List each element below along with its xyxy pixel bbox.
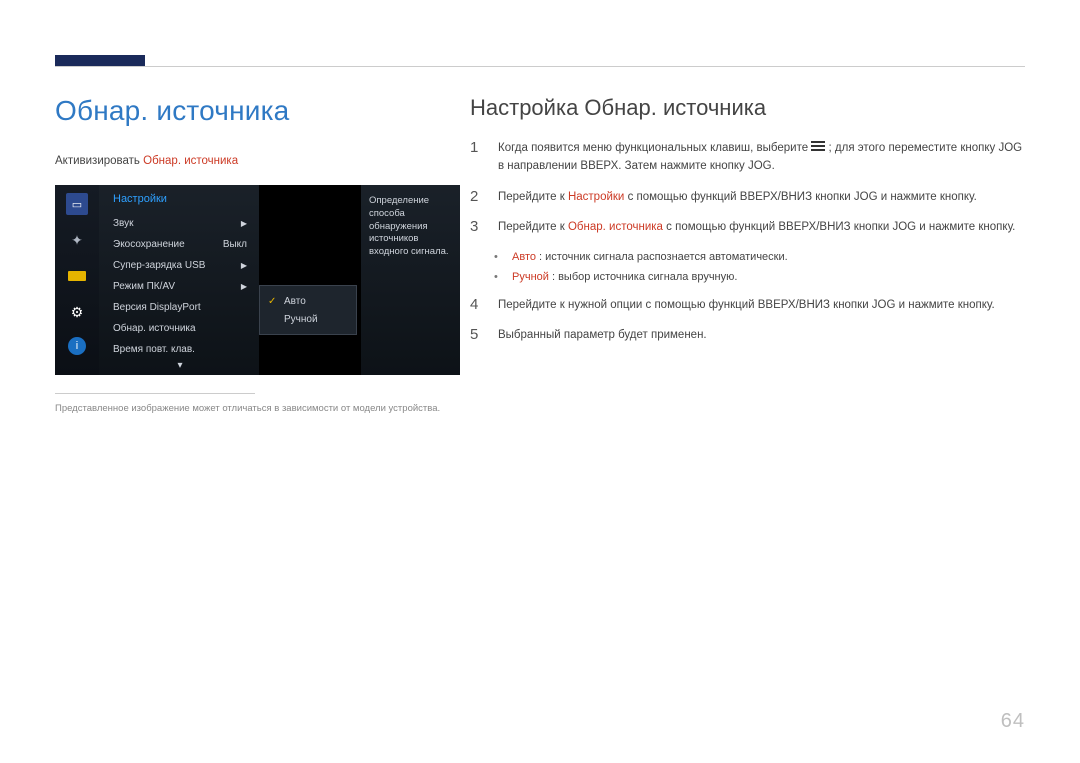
display-icon[interactable]: ▭ [66,193,88,215]
osd-row[interactable]: Время повт. клав. [113,339,247,360]
osd-popup-option[interactable]: Ручной [268,310,348,328]
step-text: Перейдите к [498,191,568,203]
check-icon: ✓ [268,296,278,307]
osd-popup: ✓ Авто Ручной [259,285,357,335]
osd-description: Определение способа обнаружения источник… [361,185,460,375]
step: 5 Выбранный параметр будет применен. [470,326,1025,344]
page: Обнар. источника Активизировать Обнар. и… [0,0,1080,763]
osd-row[interactable]: Экосохранение Выкл [113,234,247,255]
color-icon[interactable] [66,265,88,287]
footnote: Представленное изображение может отличат… [55,402,450,416]
osd-row[interactable]: Супер-зарядка USB ▶ [113,255,247,276]
step-nav-target: Обнар. источника [568,221,663,233]
option-bullet: • Авто : источник сигнала распознается а… [494,249,1025,266]
topic-title: Обнар. источника [55,95,460,127]
footnote-rule [55,393,255,394]
osd-row-label: Экосохранение [113,239,185,250]
step-number: 2 [470,188,484,206]
osd-row-label: Звук [113,218,134,229]
step-body: Выбранный параметр будет применен. [498,326,1025,344]
left-column: Обнар. источника Активизировать Обнар. и… [55,95,460,416]
option-name: Авто [512,251,536,263]
step-text: Перейдите к [498,221,568,233]
activate-label: Активизировать [55,155,140,167]
step-body: Перейдите к нужной опции с помощью функц… [498,296,1025,314]
osd-panel: ▭ ✦ ⚙ i Настройки Звук ▶ Экосохранение Вык… [55,185,460,375]
menu-icon [811,141,825,151]
right-column: Настройка Обнар. источника 1 Когда появи… [470,95,1025,356]
step-number: 5 [470,326,484,344]
step-number: 4 [470,296,484,314]
osd-menu: Настройки Звук ▶ Экосохранение Выкл Супер-… [99,185,259,375]
osd-popup-option-label: Ручной [284,314,318,325]
chevron-right-icon: ▶ [241,261,247,270]
osd-row-label: Обнар. источника [113,323,196,334]
osd-row-value: Выкл [223,239,247,250]
activate-path: Обнар. источника [143,155,238,167]
step-nav-target: Настройки [568,191,624,203]
step-text: с помощью функций ВВЕРХ/ВНИЗ кнопки JOG … [628,191,977,203]
osd-row-label: Время повт. клав. [113,344,195,355]
osd-row-label: Версия DisplayPort [113,302,201,313]
osd-row[interactable]: Звук ▶ [113,213,247,234]
step: 1 Когда появится меню функциональных кла… [470,139,1025,176]
header-accent [55,55,145,66]
step: 4 Перейдите к нужной опции с помощью фун… [470,296,1025,314]
adjust-icon[interactable]: ✦ [66,229,88,251]
page-number: 64 [1001,710,1025,733]
option-desc: : источник сигнала распознается автомати… [539,251,788,263]
step: 3 Перейдите к Обнар. источника с помощью… [470,218,1025,236]
osd-row[interactable]: Режим ПК/AV ▶ [113,276,247,297]
osd-row-label: Режим ПК/AV [113,281,175,292]
osd-row-label: Супер-зарядка USB [113,260,205,271]
step-text: Когда появится меню функциональных клави… [498,142,811,154]
activate-line: Активизировать Обнар. источника [55,155,460,167]
bullet-dash: • [494,249,502,266]
osd-row[interactable]: Версия DisplayPort [113,297,247,318]
osd-popup-option[interactable]: ✓ Авто [268,292,348,310]
osd-row[interactable]: Обнар. источника [113,318,247,339]
step-body: Перейдите к Обнар. источника с помощью ф… [498,218,1025,236]
chevron-right-icon: ▶ [241,282,247,291]
chevron-down-icon[interactable]: ▾ [113,360,247,374]
steps-list: 1 Когда появится меню функциональных кла… [470,139,1025,344]
info-icon[interactable]: i [68,337,86,355]
step-body: Перейдите к Настройки с помощью функций … [498,188,1025,206]
option-bullet: • Ручной : выбор источника сигнала вручн… [494,269,1025,286]
section-title: Настройка Обнар. источника [470,95,1025,121]
bullet-dash: • [494,269,502,286]
gear-icon[interactable]: ⚙ [66,301,88,323]
osd-popup-option-label: Авто [284,296,306,307]
bullet-body: Ручной : выбор источника сигнала вручную… [512,269,737,286]
step-number: 3 [470,218,484,236]
option-name: Ручной [512,271,549,283]
osd-sidebar: ▭ ✦ ⚙ i [55,185,99,375]
header-rule [55,66,1025,67]
chevron-right-icon: ▶ [241,219,247,228]
osd-menu-title: Настройки [113,193,247,205]
step-body: Когда появится меню функциональных клави… [498,139,1025,176]
option-desc: : выбор источника сигнала вручную. [552,271,737,283]
step-number: 1 [470,139,484,157]
step: 2 Перейдите к Настройки с помощью функци… [470,188,1025,206]
step-text: с помощью функций ВВЕРХ/ВНИЗ кнопки JOG … [666,221,1015,233]
bullet-body: Авто : источник сигнала распознается авт… [512,249,788,266]
